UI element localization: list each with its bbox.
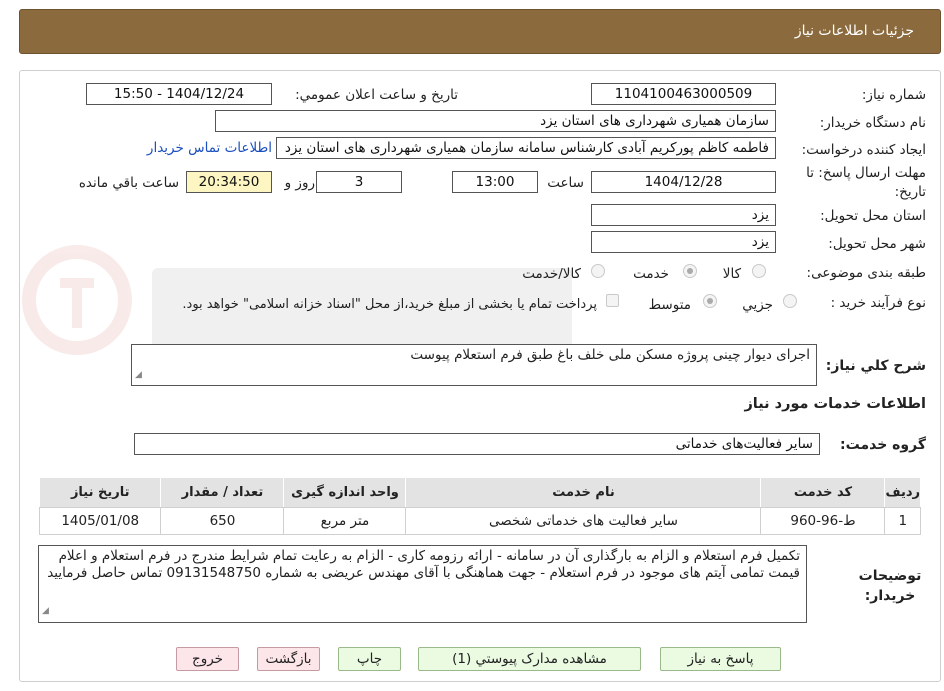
col-header-need-date: تاريخ نياز [38,477,162,508]
buyer-org-field[interactable]: سازمان همیاری شهرداری های استان یزد [215,110,776,132]
description-label: شرح کلي نياز: [825,358,926,374]
announce-label: تاریخ و ساعت اعلان عمومي: [295,87,458,103]
resize-handle-icon[interactable]: ◢ [42,603,49,620]
page-title: جزئیات اطلاعات نیاز [794,23,914,39]
col-header-row-number: رديف [884,477,921,508]
exit-button[interactable]: خروج [176,647,239,671]
deadline-date-field[interactable]: 1404/12/28 [591,171,776,193]
deadline-label: مهلت ارسال پاسخ: تا [806,165,926,181]
city-label: شهر محل تحویل: [828,236,926,252]
contact-info-link[interactable]: اطلاعات تماس خريدار [147,140,272,156]
deadline-time-field[interactable]: 13:00 [452,171,538,193]
buyer-org-label: نام دستگاه خریدار: [819,115,926,131]
cell-row-number: 1 [884,507,921,535]
services-section-title: اطلاعات خدمات مورد نياز [744,396,926,412]
col-header-service-name: نام خدمت [405,477,762,508]
process-radio-minor[interactable] [783,294,797,308]
category-radio-goods-service[interactable] [591,264,605,278]
cell-need-date: 1405/01/08 [38,507,162,535]
table-header-row: رديف كد خدمت نام خدمت واحد اندازه گیری ت… [38,477,921,508]
service-group-label: گروه خدمت: [840,437,926,453]
category-radio-goods[interactable] [752,264,766,278]
deadline-time-label: ساعت [547,175,584,191]
buyer-notes-text: تکمیل فرم استعلام و الزام به بارگذاری آن… [47,548,800,581]
requester-label: ایجاد کننده درخواست: [801,142,926,158]
table-row[interactable]: 1 ط-96-960 سایر فعالیت های خدماتی شخصی م… [38,507,921,535]
process-label: نوع فرآیند خرید : [830,295,926,311]
category-radio-service[interactable] [683,264,697,278]
province-field[interactable]: یزد [591,204,776,226]
cell-unit: متر مربع [283,507,407,535]
buyer-notes-textarea[interactable]: تکمیل فرم استعلام و الزام به بارگذاری آن… [38,545,807,623]
process-radio-medium[interactable] [703,294,717,308]
province-label: استان محل تحویل: [820,208,926,224]
description-textarea[interactable]: اجرای دیوار چینی پروژه مسکن ملی خلف باغ … [131,344,817,386]
respond-button[interactable]: پاسخ به نياز [660,647,781,671]
announce-field[interactable]: 1404/12/24 - 15:50 [86,83,272,105]
treasury-checkbox[interactable] [606,294,619,307]
deadline-label-2: تاریخ: [894,184,926,200]
category-option-goods: كالا [722,266,741,282]
description-text: اجرای دیوار چینی پروژه مسکن ملی خلف باغ … [410,347,810,363]
days-label: روز و [284,175,315,191]
service-group-field[interactable]: سایر فعالیت‌های خدماتی [134,433,820,455]
days-field[interactable]: 3 [316,171,402,193]
city-field[interactable]: یزد [591,231,776,253]
back-button[interactable]: بازگشت [257,647,320,671]
category-option-goods-service: كالا/خدمت [522,266,581,282]
requester-field[interactable]: فاطمه کاظم پورکریم آبادی کارشناس سامانه … [276,137,776,159]
need-number-field[interactable]: 1104100463000509 [591,83,776,105]
print-button[interactable]: چاپ [338,647,401,671]
cell-service-code: ط-96-960 [760,507,886,535]
view-attachments-button[interactable]: مشاهده مدارک پیوستي (1) [418,647,641,671]
remaining-label: ساعت باقي مانده [78,175,179,191]
resize-handle-icon[interactable]: ◢ [135,367,142,383]
process-option-medium: متوسط [648,297,691,313]
page-header: جزئیات اطلاعات نیاز [19,9,941,54]
buyer-notes-label: توضیحات خریدار: [858,568,922,604]
col-header-quantity: تعداد / مقدار [160,477,285,508]
category-option-service: خدمت [633,266,669,282]
need-number-label: شماره نیاز: [861,87,926,103]
category-label: طبقه بندی موضوعی: [806,265,926,281]
payment-note: پرداخت تمام یا بخشی از مبلغ خرید،از محل … [182,297,597,312]
process-option-minor: جزيي [742,297,773,313]
remaining-time-field: 20:34:50 [186,171,272,193]
cell-quantity: 650 [160,507,285,535]
col-header-service-code: كد خدمت [760,477,886,508]
services-table: رديف كد خدمت نام خدمت واحد اندازه گیری ت… [38,477,921,535]
col-header-unit: واحد اندازه گیری [283,477,407,508]
cell-service-name: سایر فعالیت های خدماتی شخصی [405,507,762,535]
